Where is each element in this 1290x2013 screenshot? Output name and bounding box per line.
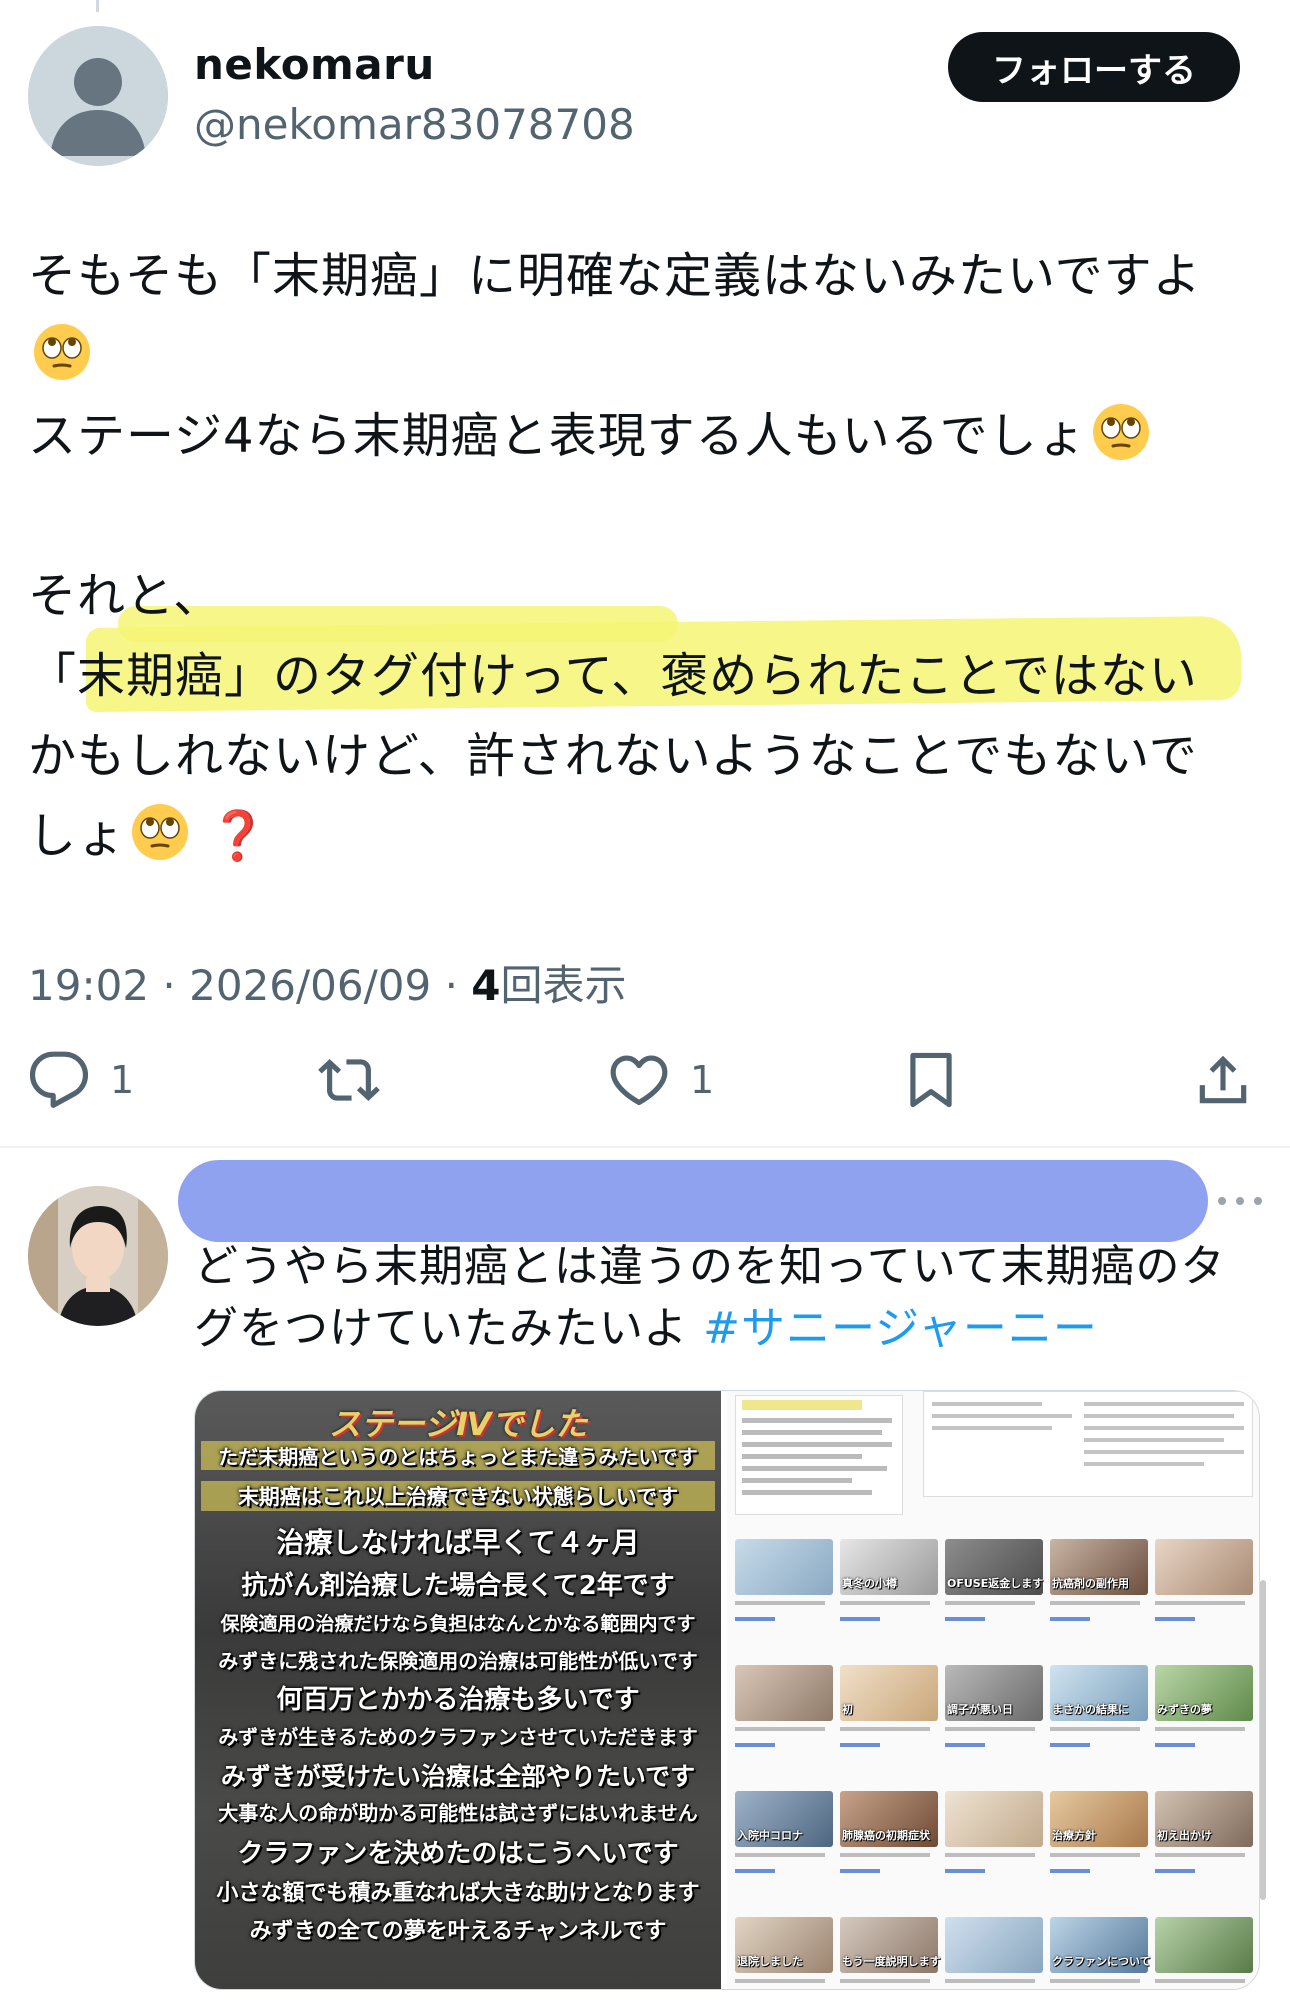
bookmark-icon	[910, 1052, 952, 1108]
hashtag-link[interactable]: #サニージャーニー	[703, 1303, 1098, 1354]
heart-icon	[610, 1055, 668, 1106]
tweet-meta: 19:02 · 2026/06/09 · 4回表示	[28, 952, 627, 1013]
video-thumbnail[interactable]	[945, 1791, 1043, 1847]
share-icon	[1199, 1055, 1247, 1104]
video-thumbnail[interactable]: 治療方針	[1050, 1791, 1148, 1847]
scrollbar[interactable]	[1260, 1580, 1266, 1900]
views-label: 回表示	[500, 961, 627, 1010]
like-count: 1	[690, 1058, 715, 1102]
video-thumbnail[interactable]: 真冬の小樽	[840, 1539, 938, 1595]
video-thumbnail[interactable]	[1155, 1539, 1253, 1595]
tweet-line: かもしれないけど、許されないようなことでもないで	[28, 728, 1198, 784]
image-caption: 抗がん剤治療した場合長くて2年です	[241, 1571, 675, 1601]
video-thumbnail[interactable]: 調子が悪い日	[945, 1665, 1043, 1721]
image-caption: 保険適用の治療だけなら負担はなんとかなる範囲内です	[220, 1613, 696, 1635]
tweet-line: それと、	[28, 568, 223, 624]
like-button[interactable]: 1	[608, 1040, 714, 1120]
image-caption: 小さな額でも積み重なれば大きな助けとなります	[216, 1881, 700, 1906]
user-handle[interactable]: @nekomar83078708	[194, 100, 635, 149]
description-screenshot	[923, 1391, 1253, 1497]
video-thumbnail[interactable]	[735, 1665, 833, 1721]
reply-avatar[interactable]	[28, 1186, 168, 1326]
user-photo-icon	[28, 1186, 168, 1326]
reply-button[interactable]: 1	[28, 1040, 134, 1120]
share-button[interactable]	[1192, 1040, 1254, 1120]
eye-roll-emoji-icon	[32, 322, 92, 382]
video-thumbnail[interactable]: 肺腺癌の初期症状	[840, 1791, 938, 1847]
avatar[interactable]	[28, 26, 168, 166]
image-caption: 治療しなければ早くて４ヶ月	[276, 1526, 640, 1559]
image-caption: ステージⅣでした	[328, 1405, 588, 1443]
image-caption: 何百万とかかる治療も多いです	[276, 1685, 640, 1715]
video-thumbnail[interactable]: 抗癌剤の副作用	[1050, 1539, 1148, 1595]
image-caption: みずきが受けたい治療は全部やりたいです	[220, 1762, 696, 1791]
video-thumbnail[interactable]: もう一度説明します	[840, 1917, 941, 1973]
video-thumbnail[interactable]: 退院しました	[735, 1917, 833, 1973]
tweet-line: しょ	[28, 808, 127, 864]
question-mark-icon: ❓	[208, 808, 269, 864]
tweet-line: 「末期癌」のタグ付けって、褒められたことではない	[28, 648, 1198, 704]
video-thumbnail[interactable]: 入院中コロナ	[735, 1791, 833, 1847]
video-thumbnail[interactable]	[945, 1917, 1043, 1973]
eye-roll-emoji-icon	[1091, 402, 1151, 462]
reply-count: 1	[110, 1058, 135, 1102]
display-name[interactable]: nekomaru	[194, 40, 435, 89]
video-thumbnail[interactable]: みずきの夢	[1155, 1665, 1253, 1721]
thread-line	[96, 0, 99, 12]
reply-icon	[29, 1051, 89, 1108]
tweet-time[interactable]: 19:02	[28, 961, 149, 1010]
image-caption: 大事な人の命が助かる可能性は試さずにはいれません	[218, 1801, 698, 1825]
retweet-button[interactable]	[318, 1040, 380, 1120]
divider	[0, 1146, 1290, 1148]
ellipsis-icon[interactable]	[1210, 1186, 1270, 1216]
video-thumbnail[interactable]	[1155, 1917, 1253, 1973]
video-thumbnail[interactable]: OFUSE返金します	[945, 1539, 1043, 1595]
follow-button[interactable]: フォローする	[948, 32, 1240, 102]
tweet-line: ステージ4なら末期癌と表現する人もいるでしょ	[28, 408, 1087, 464]
retweet-icon	[318, 1059, 380, 1101]
video-thumbnail[interactable]: まさかの結果に	[1050, 1665, 1148, 1721]
image-caption: ただ末期癌というのとはちょっとまた違うみたいです	[201, 1441, 715, 1470]
media-image-left[interactable]: ステージⅣでした ただ末期癌というのとはちょっとまた違うみたいです 末期癌はこれ…	[195, 1391, 721, 1989]
reply-text: どうやら末期癌とは違うのを知っていて末期癌のタ グをつけていたみたいよ #サニー…	[194, 1236, 1264, 1360]
default-avatar-icon	[28, 26, 168, 166]
eye-roll-emoji-icon	[130, 802, 190, 862]
tweet-text: そもそも「末期癌」に明確な定義はないみたいですよ ステージ4なら末期癌と表現する…	[28, 236, 1268, 876]
action-bar: 1 1	[0, 1040, 1290, 1120]
views-count: 4	[471, 961, 501, 1010]
reply-line: どうやら末期癌とは違うのを知っていて末期癌のタ	[194, 1241, 1226, 1292]
image-caption: みずきの全ての夢を叶えるチャンネルです	[249, 1919, 667, 1944]
tweet-line: そもそも「末期癌」に明確な定義はないみたいですよ	[28, 248, 1202, 304]
video-thumbnail[interactable]: クラファンについて	[1050, 1917, 1151, 1973]
tweet-date[interactable]: 2026/06/09	[189, 961, 431, 1010]
image-caption: クラファンを決めたのはこうへいです	[237, 1839, 679, 1869]
meta-separator: ·	[162, 961, 176, 1010]
attached-media[interactable]: ステージⅣでした ただ末期癌というのとはちょっとまた違うみたいです 末期癌はこれ…	[194, 1390, 1260, 1990]
bookmark-button[interactable]	[900, 1040, 962, 1120]
image-caption: みずきが生きるためのクラファンさせていただきます	[218, 1725, 698, 1749]
video-thumbnail[interactable]: 初え出かけ	[1155, 1791, 1253, 1847]
image-caption: 末期癌はこれ以上治療できない状態らしいです	[201, 1481, 715, 1511]
redacted-username	[178, 1160, 1208, 1242]
comment-screenshot	[735, 1395, 903, 1515]
video-thumbnail[interactable]	[735, 1539, 833, 1595]
image-caption: みずきに残された保険適用の治療は可能性が低いです	[218, 1649, 698, 1673]
reply-line: グをつけていたみたいよ	[194, 1303, 704, 1354]
meta-separator: ·	[444, 961, 458, 1010]
media-image-right[interactable]: 真冬の小樽 OFUSE返金します 抗癌剤の副作用 初 調子が悪い日 まさかの結果…	[727, 1391, 1259, 1989]
video-thumbnail[interactable]: 初	[840, 1665, 938, 1721]
